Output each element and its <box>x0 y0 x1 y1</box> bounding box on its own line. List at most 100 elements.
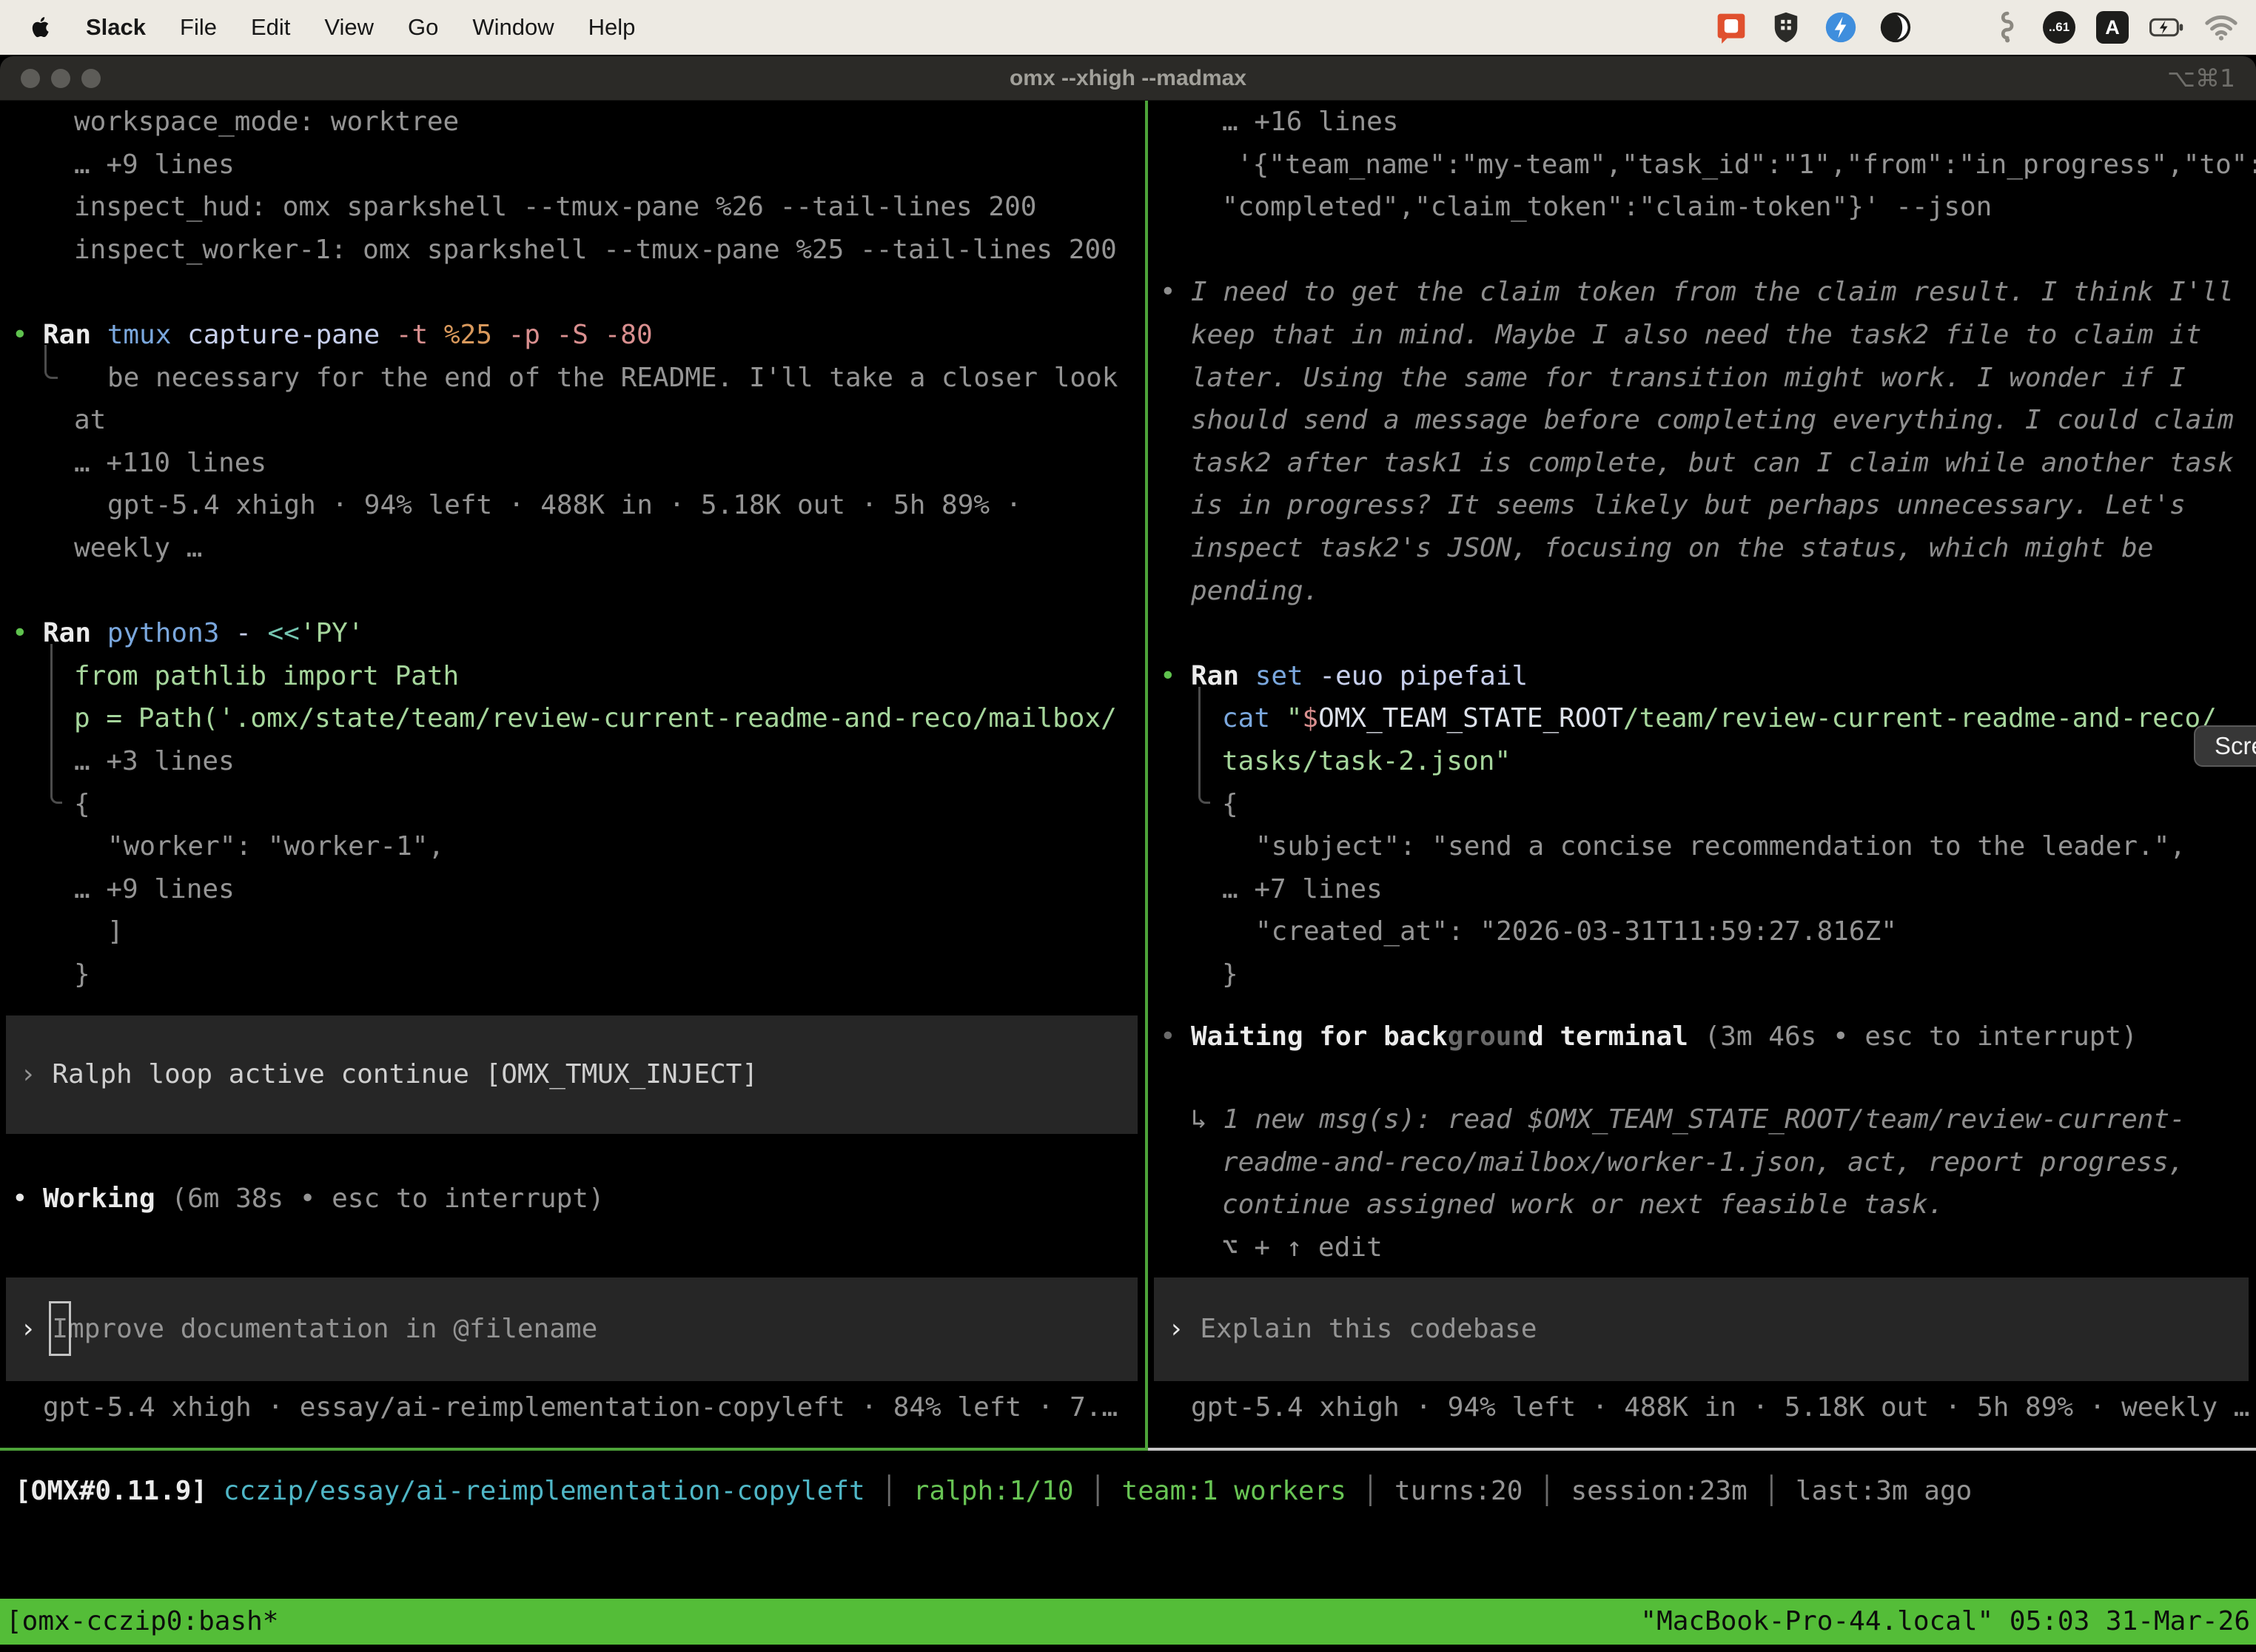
tmux-status-bar: [omx-cczip0:bash* "MacBook-Pro-44.local"… <box>0 1599 2256 1645</box>
tool-output-connector <box>50 644 62 804</box>
terminal-row: keep that in mind. Maybe I also need the… <box>1148 314 2256 357</box>
terminal-row: task2 after task1 is complete, but can I… <box>1148 442 2256 485</box>
terminal-row <box>0 271 1145 314</box>
row-bullet: • <box>12 314 28 357</box>
row-bullet: • <box>12 1178 28 1220</box>
terminal-row: … +110 lines <box>0 442 1145 485</box>
terminal-row: •Waiting for background terminal (3m 46s… <box>1148 1015 2256 1058</box>
menu-items: File Edit View Go Window Help <box>180 14 635 41</box>
hook-icon[interactable] <box>1988 10 2022 44</box>
terminal-row: weekly … <box>0 527 1145 570</box>
menu-bar: Slack File Edit View Go Window Help ..61 A <box>0 0 2256 55</box>
battery-icon[interactable] <box>2149 10 2183 44</box>
tmux-session-window: [omx-cczip0:bash* <box>6 1600 278 1643</box>
terminal-row: ↳ 1 new msg(s): read $OMX_TEAM_STATE_ROO… <box>1148 1098 2256 1141</box>
terminal-content: workspace_mode: worktree… +9 linesinspec… <box>0 101 2256 1652</box>
terminal-row: } <box>1148 953 2256 996</box>
working-status: •Working (6m 38s • esc to interrupt) <box>0 1178 1145 1220</box>
a-key-icon[interactable]: A <box>2096 11 2129 44</box>
prompt-input-left[interactable]: › Improve documentation in @filename <box>6 1277 1138 1381</box>
terminal-row: gpt-5.4 xhigh · 94% left · 488K in · 5.1… <box>0 484 1145 527</box>
terminal-row: ] <box>0 910 1145 953</box>
terminal-row: •Ran set -euo pipefail <box>1148 655 2256 698</box>
lightning-badge-icon[interactable] <box>1824 10 1858 44</box>
menu-item-go[interactable]: Go <box>408 14 438 41</box>
terminal-row: from pathlib import Path <box>0 655 1145 698</box>
terminal-row: … +9 lines <box>0 868 1145 911</box>
terminal-row: › Explain this codebase <box>1154 1308 1537 1351</box>
row-bullet: • <box>1160 655 1176 698</box>
pane-bottom-border-left <box>0 1448 1148 1451</box>
wifi-icon[interactable] <box>2204 10 2238 44</box>
terminal-row: workspace_mode: worktree <box>0 101 1145 144</box>
terminal-row: … +3 lines <box>0 740 1145 783</box>
terminal-row: gpt-5.4 xhigh · 94% left · 488K in · 5.1… <box>1148 1386 2256 1429</box>
menu-bar-status-icons: ..61 A <box>1714 10 2256 44</box>
row-bullet: • <box>12 612 28 655</box>
tool-output-connector <box>44 345 58 379</box>
terminal-row: "worker": "worker-1", <box>0 825 1145 868</box>
moon-icon[interactable] <box>1879 10 1913 44</box>
active-app-name[interactable]: Slack <box>86 14 146 41</box>
menu-bar-left: Slack File Edit View Go Window Help <box>0 14 635 41</box>
terminal-row: … +9 lines <box>0 144 1145 187</box>
left-pane[interactable]: workspace_mode: worktree… +9 linesinspec… <box>0 101 1145 1448</box>
row-bullet: • <box>1160 271 1176 314</box>
right-pane-output: … +16 lines'{"team_name":"my-team","task… <box>1148 101 2256 995</box>
apple-menu-icon[interactable] <box>31 16 52 39</box>
shield-icon[interactable] <box>1769 10 1803 44</box>
left-pane-output: workspace_mode: worktree… +9 linesinspec… <box>0 101 1145 995</box>
terminal-row <box>1148 612 2256 655</box>
terminal-row: [OMX#0.11.9] cczip/essay/ai-reimplementa… <box>7 1470 2256 1513</box>
terminal-row: be necessary for the end of the README. … <box>0 357 1145 400</box>
terminal-row: pending. <box>1148 570 2256 613</box>
right-pane[interactable]: … +16 lines'{"team_name":"my-team","task… <box>1148 101 2256 1448</box>
ralph-status-band: › Ralph loop active continue [OMX_TMUX_I… <box>6 1015 1138 1134</box>
waiting-status: •Waiting for background terminal (3m 46s… <box>1148 1015 2256 1058</box>
terminal-row: ⌥ + ↑ edit <box>1148 1226 2256 1269</box>
terminal-row: › Ralph loop active continue [OMX_TMUX_I… <box>6 1053 758 1096</box>
terminal-row: '{"team_name":"my-team","task_id":"1","f… <box>1148 144 2256 187</box>
terminal-row: is in progress? It seems likely but perh… <box>1148 484 2256 527</box>
terminal-row: •Working (6m 38s • esc to interrupt) <box>0 1178 1145 1220</box>
terminal-row: •Ran python3 - <<'PY' <box>0 612 1145 655</box>
menu-item-file[interactable]: File <box>180 14 217 41</box>
terminal-row: "created_at": "2026-03-31T11:59:27.816Z" <box>1148 910 2256 953</box>
tmux-host-clock: "MacBook-Pro-44.local" 05:03 31-Mar-26 <box>1640 1600 2250 1643</box>
percent-badge-icon[interactable]: ..61 <box>2043 11 2075 44</box>
terminal-row: … +7 lines <box>1148 868 2256 911</box>
dots-grid-icon[interactable] <box>1933 10 1967 44</box>
window-shortcut-badge: ⌥⌘1 <box>2167 64 2256 93</box>
title-bar[interactable]: omx --xhigh --madmax ⌥⌘1 <box>0 56 2256 101</box>
terminal-row: tasks/task-2.json" <box>1148 740 2256 783</box>
prompt-input-right[interactable]: › Explain this codebase <box>1154 1277 2249 1381</box>
terminal-row: inspect_worker-1: omx sparkshell --tmux-… <box>0 229 1145 272</box>
terminal-row: inspect task2's JSON, focusing on the st… <box>1148 527 2256 570</box>
terminal-row: •I need to get the claim token from the … <box>1148 271 2256 314</box>
tool-output-connector <box>1198 687 1210 804</box>
chat-bubble-icon[interactable] <box>1714 10 1748 44</box>
pane-bottom-border-right <box>1148 1448 2256 1451</box>
terminal-row: p = Path('.omx/state/team/review-current… <box>0 697 1145 740</box>
terminal-row: › Improve documentation in @filename <box>6 1308 597 1351</box>
terminal-row: gpt-5.4 xhigh · essay/ai-reimplementatio… <box>0 1386 1145 1429</box>
mailbox-message: ↳ 1 new msg(s): read $OMX_TEAM_STATE_ROO… <box>1148 1098 2256 1269</box>
terminal-row <box>1148 229 2256 272</box>
terminal-row: continue assigned work or next feasible … <box>1148 1183 2256 1226</box>
terminal-row <box>0 570 1145 613</box>
row-bullet: • <box>1160 1015 1176 1058</box>
model-status-left: gpt-5.4 xhigh · essay/ai-reimplementatio… <box>0 1386 1145 1429</box>
terminal-row: cat "$OMX_TEAM_STATE_ROOT/team/review-cu… <box>1148 697 2256 740</box>
terminal-row: inspect_hud: omx sparkshell --tmux-pane … <box>0 186 1145 229</box>
menu-item-window[interactable]: Window <box>472 14 554 41</box>
menu-item-help[interactable]: Help <box>588 14 636 41</box>
terminal-window: omx --xhigh --madmax ⌥⌘1 workspace_mode:… <box>0 56 2256 1652</box>
menu-item-edit[interactable]: Edit <box>251 14 290 41</box>
menu-item-view[interactable]: View <box>324 14 374 41</box>
terminal-row: later. Using the same for transition mig… <box>1148 357 2256 400</box>
terminal-row: { <box>0 783 1145 826</box>
terminal-row: should send a message before completing … <box>1148 399 2256 442</box>
terminal-row: "subject": "send a concise recommendatio… <box>1148 825 2256 868</box>
terminal-row: "completed","claim_token":"claim-token"}… <box>1148 186 2256 229</box>
model-status-right: gpt-5.4 xhigh · 94% left · 488K in · 5.1… <box>1148 1386 2256 1429</box>
